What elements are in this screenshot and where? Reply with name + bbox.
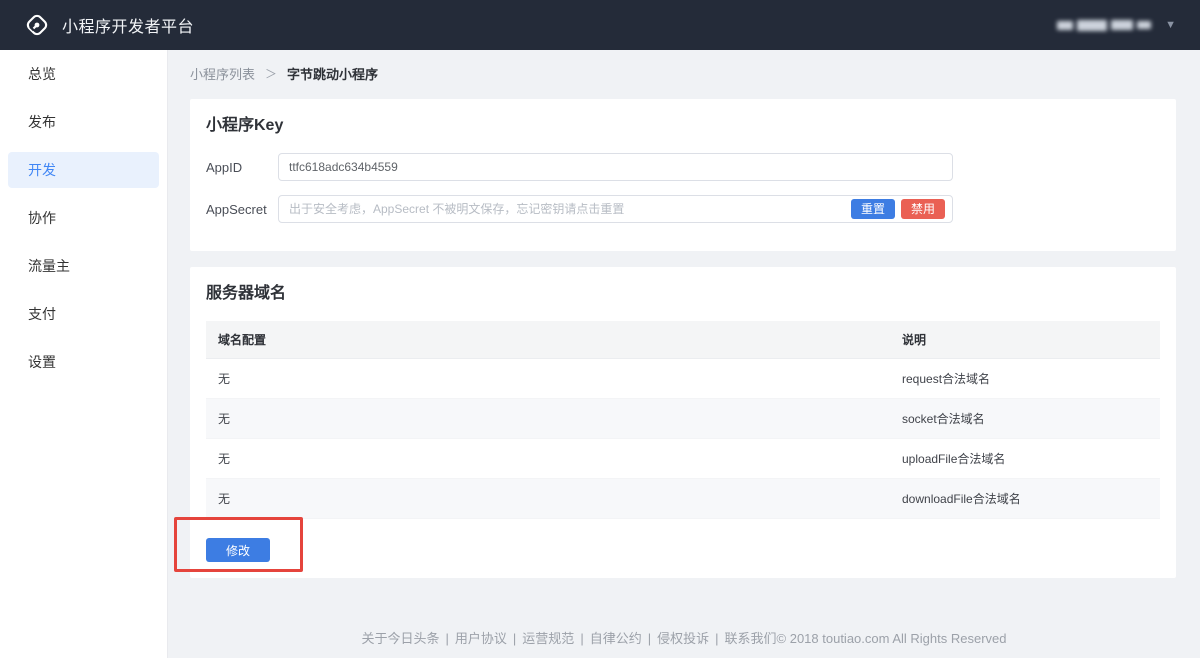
appid-input-wrap (278, 153, 953, 181)
app-key-card-title: 小程序Key (206, 115, 1160, 137)
domain-config-value: 无 (206, 370, 890, 387)
sidebar-item-overview[interactable]: 总览 (8, 56, 159, 92)
column-header-domain-config: 域名配置 (206, 331, 890, 348)
sidebar-item-payment[interactable]: 支付 (8, 296, 159, 332)
appsecret-label: AppSecret (206, 202, 278, 217)
domain-config-value: 无 (206, 490, 890, 507)
table-row: 无 uploadFile合法域名 (206, 439, 1160, 479)
disable-secret-button[interactable]: 禁用 (901, 199, 945, 219)
reset-secret-button[interactable]: 重置 (851, 199, 895, 219)
breadcrumb-mini-program-list[interactable]: 小程序列表 (190, 64, 255, 83)
user-menu[interactable]: ▼ (1057, 19, 1176, 31)
main-content: 小程序列表 ＞ 字节跳动小程序 小程序Key AppID AppSecret 重… (168, 50, 1200, 658)
domain-table: 域名配置 说明 无 request合法域名 无 socket合法域名 无 upl… (206, 321, 1160, 519)
footer-link-infringement[interactable]: 侵权投诉 (657, 631, 709, 646)
app-key-card: 小程序Key AppID AppSecret 重置 禁用 (190, 99, 1176, 251)
mini-program-logo-icon (24, 12, 50, 38)
sidebar: 总览 发布 开发 协作 流量主 支付 设置 (0, 50, 168, 658)
redacted-block (1057, 21, 1073, 30)
sidebar-item-label: 流量主 (28, 256, 70, 276)
platform-logo[interactable]: 小程序开发者平台 (24, 12, 194, 38)
breadcrumb-separator-icon: ＞ (265, 65, 277, 82)
footer-separator: | (715, 631, 718, 646)
domain-config-value: 无 (206, 410, 890, 427)
sidebar-item-publish[interactable]: 发布 (8, 104, 159, 140)
footer-separator: | (446, 631, 449, 646)
redacted-block (1137, 21, 1151, 29)
user-name-redacted (1057, 20, 1151, 31)
appsecret-row: AppSecret 重置 禁用 (206, 195, 1160, 223)
domain-description: downloadFile合法域名 (890, 490, 1160, 507)
appid-label: AppID (206, 160, 278, 175)
table-row: 无 downloadFile合法域名 (206, 479, 1160, 519)
sidebar-item-label: 开发 (28, 160, 56, 180)
footer-copyright: © 2018 toutiao.com All Rights Reserved (777, 631, 1007, 646)
domain-description: request合法域名 (890, 370, 1160, 387)
sidebar-item-collaboration[interactable]: 协作 (8, 200, 159, 236)
footer-link-user-agreement[interactable]: 用户协议 (455, 631, 507, 646)
breadcrumb-current-page: 字节跳动小程序 (287, 64, 378, 83)
page-footer: 关于今日头条 | 用户协议 | 运营规范 | 自律公约 | 侵权投诉 | 联系我们© 2018 to… (168, 628, 1200, 647)
appsecret-buttons: 重置 禁用 (851, 199, 945, 219)
footer-link-self-discipline[interactable]: 自律公约 (590, 631, 642, 646)
sidebar-item-traffic[interactable]: 流量主 (8, 248, 159, 284)
sidebar-item-label: 设置 (28, 352, 56, 372)
footer-separator: | (513, 631, 516, 646)
redacted-block (1111, 20, 1133, 30)
footer-separator: | (648, 631, 651, 646)
footer-link-about[interactable]: 关于今日头条 (361, 631, 439, 646)
table-row: 无 socket合法域名 (206, 399, 1160, 439)
sidebar-item-settings[interactable]: 设置 (8, 344, 159, 380)
breadcrumb: 小程序列表 ＞ 字节跳动小程序 (190, 64, 1176, 83)
server-domain-card-title: 服务器域名 (206, 283, 1160, 305)
chevron-down-icon[interactable]: ▼ (1165, 19, 1176, 31)
sidebar-item-label: 总览 (28, 64, 56, 84)
footer-link-operation-rules[interactable]: 运营规范 (522, 631, 574, 646)
sidebar-item-develop[interactable]: 开发 (8, 152, 159, 188)
redacted-block (1077, 20, 1107, 31)
table-row: 无 request合法域名 (206, 359, 1160, 399)
footer-link-contact-us[interactable]: 联系我们 (725, 631, 777, 646)
domain-config-value: 无 (206, 450, 890, 467)
modify-button[interactable]: 修改 (206, 538, 270, 562)
app-header: 小程序开发者平台 ▼ (0, 0, 1200, 50)
column-header-description: 说明 (890, 331, 1160, 348)
appid-row: AppID (206, 153, 1160, 181)
domain-description: uploadFile合法域名 (890, 450, 1160, 467)
sidebar-item-label: 发布 (28, 112, 56, 132)
sidebar-item-label: 协作 (28, 208, 56, 228)
domain-table-header: 域名配置 说明 (206, 321, 1160, 359)
server-domain-card: 服务器域名 域名配置 说明 无 request合法域名 无 socket合法域名… (190, 267, 1176, 578)
sidebar-item-label: 支付 (28, 304, 56, 324)
domain-description: socket合法域名 (890, 410, 1160, 427)
appsecret-input-wrap: 重置 禁用 (278, 195, 953, 223)
footer-separator: | (580, 631, 583, 646)
appid-input[interactable] (278, 153, 953, 181)
app-title: 小程序开发者平台 (62, 13, 194, 37)
